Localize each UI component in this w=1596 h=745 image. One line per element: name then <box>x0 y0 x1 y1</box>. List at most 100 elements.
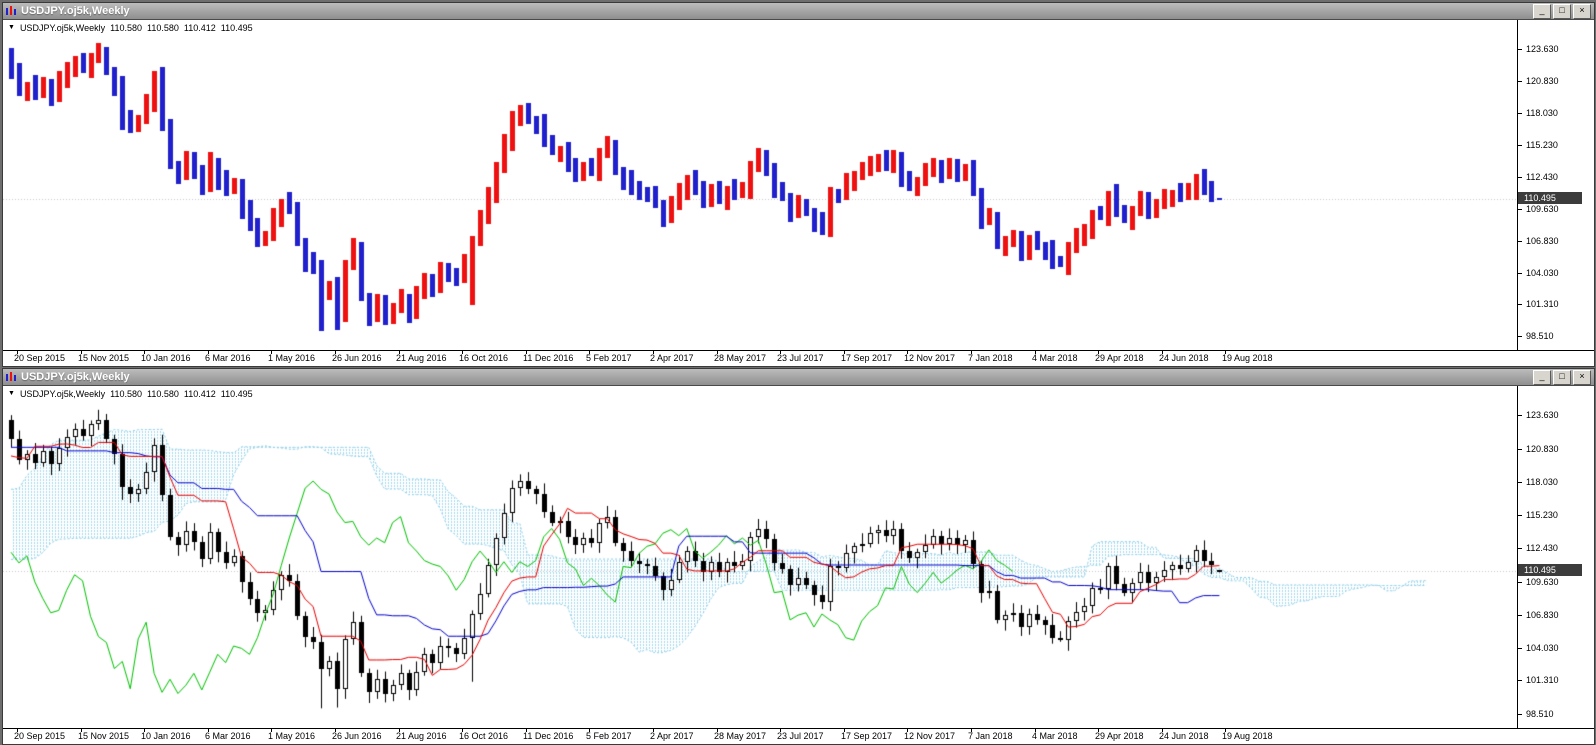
price-axis[interactable]: 123.630 120.830 118.030 115.230 112.430 109.6… <box>1517 20 1594 351</box>
price-axis-label: 115.230 <box>1526 140 1558 150</box>
time-axis-label: 20 Sep 2015 <box>14 731 66 741</box>
time-axis-label: 28 May 2017 <box>714 353 767 363</box>
price-axis-tick <box>1518 582 1522 583</box>
time-axis-label: 1 May 2016 <box>268 353 316 363</box>
time-axis-label: 7 Jan 2018 <box>968 731 1013 741</box>
price-axis-label: 118.030 <box>1526 477 1558 487</box>
time-axis-label: 6 Mar 2016 <box>205 731 251 741</box>
quote-header: ▼ USDJPY.oj5k,Weekly 110.580 110.580 110… <box>8 389 253 399</box>
mt4-workspace: { "app": {"background": "#6e6e6e"}, "win… <box>0 0 1596 745</box>
time-axis[interactable]: 20 Sep 2015 15 Nov 2015 10 Jan 2016 6 Mar 2… <box>3 728 1594 744</box>
time-axis-label: 23 Jul 2017 <box>777 353 824 363</box>
price-axis-label: 106.830 <box>1526 236 1559 246</box>
price-axis-label: 104.030 <box>1526 643 1559 653</box>
quote-header: ▼ USDJPY.oj5k,Weekly 110.580 110.580 110… <box>8 23 253 33</box>
quote-open: 110.580 <box>110 23 143 33</box>
price-axis-tick <box>1518 449 1522 450</box>
window-titlebar[interactable]: USDJPY.oj5k,Weekly _ □ × <box>3 369 1594 385</box>
time-axis-label: 29 Apr 2018 <box>1095 353 1144 363</box>
time-axis-label: 26 Jun 2016 <box>332 731 382 741</box>
price-axis-label: 101.310 <box>1526 675 1559 685</box>
window-titlebar[interactable]: USDJPY.oj5k,Weekly _ □ × <box>3 3 1594 19</box>
time-axis-label: 26 Jun 2016 <box>332 353 382 363</box>
time-axis-label: 20 Sep 2015 <box>14 353 66 363</box>
time-axis-label: 5 Feb 2017 <box>586 353 632 363</box>
quote-symbol: USDJPY.oj5k,Weekly <box>19 389 106 399</box>
price-axis-label: 109.630 <box>1526 204 1559 214</box>
time-axis-label: 11 Dec 2016 <box>523 353 574 363</box>
price-axis-label: 120.830 <box>1526 76 1559 86</box>
time-axis-label: 7 Jan 2018 <box>968 353 1013 363</box>
price-axis-label: 104.030 <box>1526 268 1559 278</box>
close-button[interactable]: × <box>1573 369 1591 385</box>
price-axis-label: 123.630 <box>1526 44 1559 54</box>
price-axis-label: 109.630 <box>1526 577 1559 587</box>
price-axis-tick <box>1518 81 1522 82</box>
price-axis-tick <box>1518 680 1522 681</box>
minimize-button[interactable]: _ <box>1533 369 1551 385</box>
time-axis-label: 15 Nov 2015 <box>78 353 130 363</box>
price-axis-tick <box>1518 336 1522 337</box>
price-axis-label: 115.230 <box>1526 510 1558 520</box>
window-controls: _ □ × <box>1533 369 1592 385</box>
price-axis-label: 112.430 <box>1526 172 1558 182</box>
price-axis-label: 120.830 <box>1526 444 1559 454</box>
time-axis-label: 19 Aug 2018 <box>1222 353 1273 363</box>
time-axis-label: 24 Jun 2018 <box>1159 353 1209 363</box>
price-axis-tick <box>1518 648 1522 649</box>
time-axis-label: 19 Aug 2018 <box>1222 731 1273 741</box>
symbol-marker-icon: ▼ <box>8 390 15 397</box>
time-axis-label: 21 Aug 2016 <box>396 731 447 741</box>
price-axis-tick <box>1518 615 1522 616</box>
time-axis-label: 16 Oct 2016 <box>459 731 509 741</box>
price-axis-tick <box>1518 304 1522 305</box>
time-axis-label: 11 Dec 2016 <box>523 731 574 741</box>
quote-open: 110.580 <box>110 389 143 399</box>
restore-button[interactable]: □ <box>1553 3 1571 19</box>
price-axis-tick <box>1518 415 1522 416</box>
quote-low: 110.412 <box>183 389 216 399</box>
price-axis-label: 112.430 <box>1526 543 1558 553</box>
symbol-marker-icon: ▼ <box>8 24 15 31</box>
time-axis-label: 10 Jan 2016 <box>141 731 191 741</box>
chart-area-bottom: ▼ USDJPY.oj5k,Weekly 110.580 110.580 110… <box>3 385 1594 744</box>
price-axis-tick <box>1518 714 1522 715</box>
chart-icon <box>6 6 16 15</box>
price-axis-tick <box>1518 177 1522 178</box>
current-price-tag: 110.495 <box>1518 564 1582 576</box>
quote-symbol: USDJPY.oj5k,Weekly <box>19 23 106 33</box>
time-axis-label: 23 Jul 2017 <box>777 731 824 741</box>
chart-canvas-top[interactable] <box>3 20 1516 350</box>
price-axis-tick <box>1518 515 1522 516</box>
quote-high: 110.580 <box>147 23 179 33</box>
price-axis-tick <box>1518 49 1522 50</box>
minimize-button[interactable]: _ <box>1533 3 1551 19</box>
price-axis-label: 101.310 <box>1526 299 1559 309</box>
price-axis-tick <box>1518 241 1522 242</box>
time-axis-label: 17 Sep 2017 <box>841 731 893 741</box>
chart-window-bottom: USDJPY.oj5k,Weekly _ □ × ▼ USDJPY.oj5k,W… <box>2 368 1595 745</box>
window-controls: _ □ × <box>1533 3 1592 19</box>
quote-close: 110.495 <box>220 389 253 399</box>
price-axis-label: 98.510 <box>1526 709 1554 719</box>
time-axis-label: 2 Apr 2017 <box>650 353 694 363</box>
chart-window-top: USDJPY.oj5k,Weekly _ □ × ▼ USDJPY.oj5k,W… <box>2 2 1595 367</box>
chart-icon <box>6 372 16 381</box>
price-axis-label: 106.830 <box>1526 610 1559 620</box>
time-axis-label: 6 Mar 2016 <box>205 353 251 363</box>
price-axis-tick <box>1518 113 1522 114</box>
price-axis[interactable]: 123.630 120.830 118.030 115.230 112.430 109.6… <box>1517 386 1594 729</box>
time-axis-label: 28 May 2017 <box>714 731 767 741</box>
time-axis-label: 1 May 2016 <box>268 731 316 741</box>
time-axis[interactable]: 20 Sep 2015 15 Nov 2015 10 Jan 2016 6 Mar 2… <box>3 350 1594 366</box>
time-axis-label: 24 Jun 2018 <box>1159 731 1209 741</box>
price-axis-label: 118.030 <box>1526 108 1558 118</box>
quote-low: 110.412 <box>183 23 216 33</box>
price-axis-label: 123.630 <box>1526 410 1559 420</box>
chart-canvas-bottom[interactable] <box>3 386 1516 728</box>
time-axis-label: 17 Sep 2017 <box>841 353 893 363</box>
restore-button[interactable]: □ <box>1553 369 1571 385</box>
quote-high: 110.580 <box>147 389 179 399</box>
close-button[interactable]: × <box>1573 3 1591 19</box>
price-axis-tick <box>1518 548 1522 549</box>
